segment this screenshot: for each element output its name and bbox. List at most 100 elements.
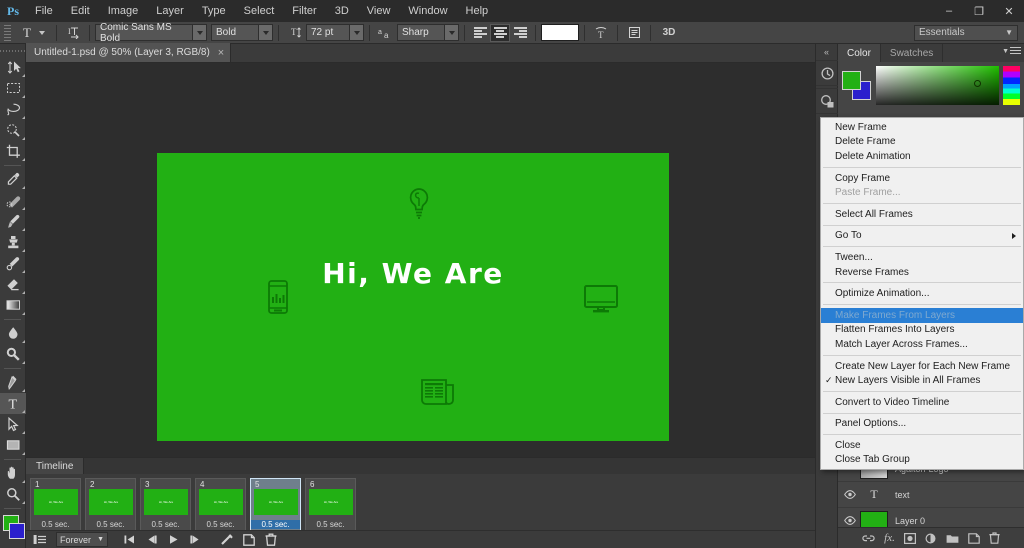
clone-stamp-tool[interactable] <box>0 232 26 253</box>
timeline-frame[interactable]: 6 Hi, We Are 0.5 sec. <box>305 478 356 531</box>
chevron-down-icon[interactable] <box>258 25 272 40</box>
font-style-select[interactable]: Bold <box>211 24 273 41</box>
menu-item-copy-frame[interactable]: Copy Frame <box>821 171 1023 186</box>
tab-swatches[interactable]: Swatches <box>881 44 944 62</box>
new-layer-icon[interactable] <box>968 532 980 544</box>
menu-item-flatten-frames-into-layers[interactable]: Flatten Frames Into Layers <box>821 323 1023 338</box>
zoom-tool[interactable] <box>0 484 26 505</box>
menu-item-delete-frame[interactable]: Delete Frame <box>821 135 1023 150</box>
menu-item-image[interactable]: Image <box>99 0 148 22</box>
menu-item-panel-options[interactable]: Panel Options... <box>821 417 1023 432</box>
pen-tool[interactable] <box>0 372 26 393</box>
select-first-frame-icon[interactable] <box>120 532 139 548</box>
menu-item-layer[interactable]: Layer <box>147 0 193 22</box>
frame-thumbnail[interactable]: Hi, We Are <box>89 489 133 515</box>
menu-item-tween[interactable]: Tween... <box>821 250 1023 265</box>
adjustments-panel-icon[interactable] <box>816 88 839 114</box>
layer-row[interactable]: Ttext <box>838 482 1024 508</box>
color-field[interactable] <box>876 66 999 105</box>
history-panel-icon[interactable] <box>816 60 839 86</box>
menu-item-file[interactable]: File <box>26 0 62 22</box>
character-panel-icon[interactable] <box>623 24 645 42</box>
blur-tool[interactable] <box>0 323 26 344</box>
select-previous-frame-icon[interactable] <box>142 532 161 548</box>
tab-timeline[interactable]: Timeline <box>26 458 85 474</box>
healing-brush-tool[interactable] <box>0 190 26 211</box>
hand-tool[interactable] <box>0 463 26 484</box>
font-family-select[interactable]: Comic Sans MS Bold <box>95 22 207 44</box>
menu-item-create-new-layer-for-each-new-frame[interactable]: Create New Layer for Each New Frame <box>821 359 1023 374</box>
menu-item-reverse-frames[interactable]: Reverse Frames <box>821 265 1023 280</box>
mask-icon[interactable] <box>903 532 916 544</box>
timeline-frame[interactable]: 5 Hi, We Are 0.5 sec. <box>250 478 301 531</box>
timeline-frame[interactable]: 2 Hi, We Are 0.5 sec. <box>85 478 136 531</box>
eraser-tool[interactable] <box>0 274 26 295</box>
chevron-down-icon[interactable] <box>192 25 206 40</box>
anti-aliasing-select[interactable]: Sharp <box>397 24 459 41</box>
color-picker-handle[interactable] <box>974 80 981 87</box>
align-left-button[interactable] <box>470 24 490 42</box>
menu-item-select[interactable]: Select <box>235 0 284 22</box>
dodge-tool[interactable] <box>0 344 26 365</box>
menu-item-go-to[interactable]: Go To <box>821 229 1023 244</box>
active-tool-icon[interactable]: T <box>15 24 39 42</box>
menu-item-new-layers-visible-in-all-frames[interactable]: ✓ New Layers Visible in All Frames <box>821 373 1023 388</box>
type-tool[interactable]: T <box>0 393 26 414</box>
menu-item-edit[interactable]: Edit <box>62 0 99 22</box>
frame-delay[interactable]: 0.5 sec. <box>86 520 135 529</box>
canvas-heading[interactable]: Hi, We Are <box>157 257 669 290</box>
path-selection-tool[interactable] <box>0 414 26 435</box>
move-tool[interactable] <box>0 57 26 78</box>
frame-thumbnail[interactable]: Hi, We Are <box>309 489 353 515</box>
tool-preset-chevron-icon[interactable] <box>39 30 45 35</box>
delete-frame-icon[interactable] <box>261 532 280 548</box>
frame-delay[interactable]: 0.5 sec. <box>306 520 355 529</box>
menu-item-optimize-animation[interactable]: Optimize Animation... <box>821 286 1023 301</box>
tween-icon[interactable] <box>217 532 236 548</box>
background-color-swatch[interactable] <box>9 523 25 539</box>
hue-slider[interactable] <box>1003 66 1020 105</box>
close-icon[interactable]: × <box>218 47 224 59</box>
artboard[interactable]: Hi, We Are <box>157 153 669 441</box>
crop-tool[interactable] <box>0 141 26 162</box>
menu-item-3d[interactable]: 3D <box>326 0 358 22</box>
play-icon[interactable] <box>164 532 183 548</box>
convert-to-video-timeline-icon[interactable] <box>30 532 49 548</box>
workspace-select[interactable]: Essentials ▼ <box>914 24 1018 41</box>
font-size-select[interactable]: 72 pt <box>306 24 364 41</box>
duplicate-frame-icon[interactable] <box>239 532 258 548</box>
foreground-color-swatch[interactable] <box>842 70 861 90</box>
menu-item-type[interactable]: Type <box>193 0 235 22</box>
menu-item-delete-animation[interactable]: Delete Animation <box>821 149 1023 164</box>
link-icon[interactable] <box>862 533 875 544</box>
frame-thumbnail[interactable]: Hi, We Are <box>254 489 298 515</box>
maximize-button[interactable]: ❐ <box>964 0 994 22</box>
frame-delay[interactable]: 0.5 sec. <box>31 520 80 529</box>
rectangular-marquee-tool[interactable] <box>0 78 26 99</box>
options-bar-grip[interactable] <box>4 24 11 41</box>
brush-tool[interactable] <box>0 211 26 232</box>
eyedropper-tool[interactable] <box>0 169 26 190</box>
menu-item-close-tab-group[interactable]: Close Tab Group <box>821 453 1023 468</box>
delete-layer-icon[interactable] <box>989 532 1000 544</box>
chevron-down-icon[interactable] <box>349 25 363 40</box>
loop-option-select[interactable]: Forever ▼ <box>56 532 108 547</box>
history-brush-tool[interactable] <box>0 253 26 274</box>
tools-panel-grip[interactable] <box>0 46 25 55</box>
timeline-frame[interactable]: 1 Hi, We Are 0.5 sec. <box>30 478 81 531</box>
group-icon[interactable] <box>946 533 959 544</box>
chevron-down-icon[interactable] <box>444 25 458 40</box>
frame-thumbnail[interactable]: Hi, We Are <box>144 489 188 515</box>
minimize-button[interactable]: – <box>934 0 964 22</box>
menu-item-view[interactable]: View <box>358 0 400 22</box>
canvas-area[interactable]: Hi, We Are <box>26 63 815 457</box>
menu-item-filter[interactable]: Filter <box>283 0 325 22</box>
menu-item-help[interactable]: Help <box>457 0 498 22</box>
frame-thumbnail[interactable]: Hi, We Are <box>34 489 78 515</box>
fx-icon[interactable]: fx. <box>884 532 895 544</box>
align-right-button[interactable] <box>510 24 530 42</box>
quick-selection-tool[interactable] <box>0 120 26 141</box>
menu-item-match-layer-across-frames[interactable]: Match Layer Across Frames... <box>821 337 1023 352</box>
menu-item-select-all-frames[interactable]: Select All Frames <box>821 207 1023 222</box>
menu-item-new-frame[interactable]: New Frame <box>821 120 1023 135</box>
